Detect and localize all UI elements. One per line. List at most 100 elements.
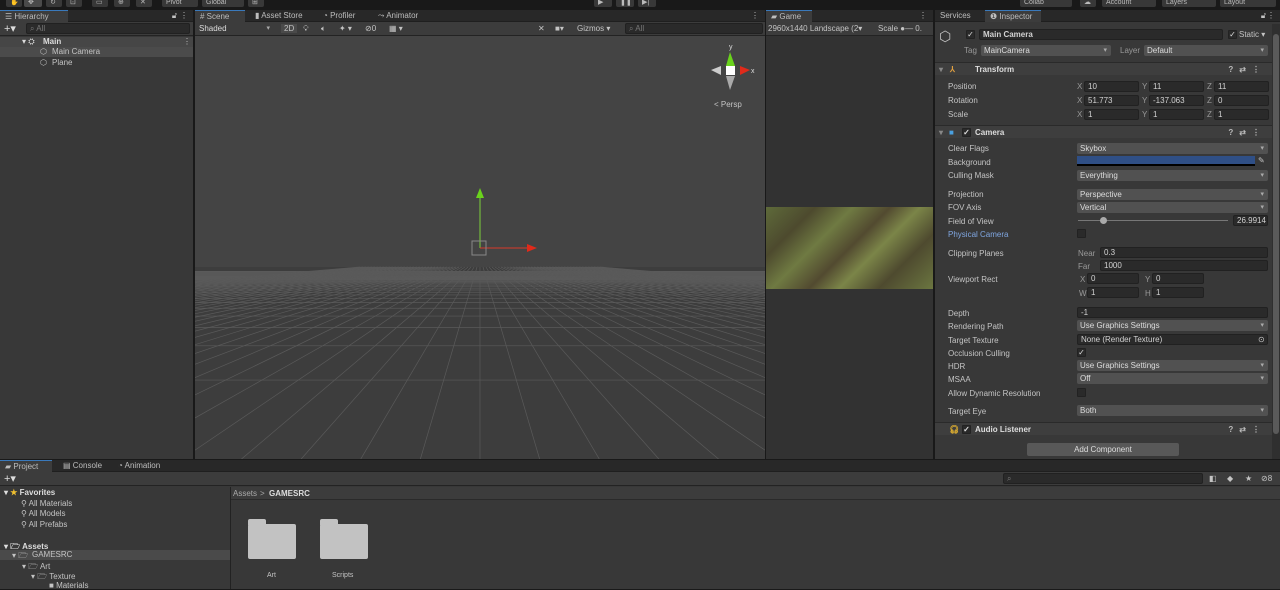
- component-actions[interactable]: ?⇄⋮: [1228, 126, 1266, 139]
- depth-input[interactable]: -1: [1077, 307, 1268, 318]
- tools-icon[interactable]: ✕: [538, 24, 545, 33]
- dynamic-resolution-checkbox[interactable]: [1077, 388, 1086, 397]
- grid-icon[interactable]: ▦ ▾: [389, 24, 403, 33]
- search-by-type-icon[interactable]: ◧: [1209, 474, 1217, 483]
- rendering-path-dropdown[interactable]: Use Graphics Settings: [1077, 320, 1268, 331]
- camera-icon[interactable]: ■▾: [555, 24, 564, 33]
- eyedropper-icon[interactable]: ✎: [1258, 156, 1265, 165]
- global-button[interactable]: Global: [202, 0, 244, 7]
- physical-camera-checkbox[interactable]: [1077, 229, 1086, 238]
- persp-label[interactable]: < Persp: [714, 100, 742, 109]
- project-search-input[interactable]: ⌕: [1003, 473, 1203, 484]
- rotate-tool-button[interactable]: ↻: [46, 0, 62, 7]
- physical-camera-label[interactable]: Physical Camera: [948, 230, 1008, 239]
- 2d-toggle[interactable]: 2D: [281, 24, 298, 33]
- favorites-icon[interactable]: ★: [1245, 474, 1252, 483]
- clear-flags-dropdown[interactable]: Skybox: [1077, 143, 1268, 154]
- account-button[interactable]: Account: [1102, 0, 1156, 7]
- splitter[interactable]: [230, 487, 231, 589]
- transform-x-input[interactable]: 10: [1084, 81, 1139, 92]
- more-icon[interactable]: ⋮: [919, 11, 927, 20]
- move-tool-button[interactable]: ✥: [24, 0, 42, 7]
- transform-x-input[interactable]: 51.773: [1084, 95, 1139, 106]
- hierarchy-item[interactable]: ⬡ Main Camera: [0, 47, 193, 57]
- viewport-y-input[interactable]: 0: [1152, 273, 1204, 284]
- favorite-item[interactable]: ⚲ All Models: [21, 509, 66, 518]
- rect-tool-button[interactable]: ▭: [92, 0, 108, 7]
- tab-asset-store[interactable]: ▮ Asset Store: [250, 10, 308, 22]
- breadcrumb-current[interactable]: GAMESRC: [269, 489, 310, 498]
- snap-button[interactable]: ⊞: [248, 0, 264, 7]
- more-icon[interactable]: ⋮: [1267, 11, 1275, 20]
- gizmos-dropdown[interactable]: Gizmos ▾: [577, 24, 610, 33]
- layout-button[interactable]: Layout: [1220, 0, 1276, 7]
- layer-dropdown[interactable]: Default: [1144, 45, 1268, 56]
- scene-menu-icon[interactable]: ⋮: [183, 37, 191, 46]
- far-input[interactable]: 1000: [1100, 260, 1268, 271]
- static-checkbox[interactable]: ✓: [1228, 30, 1237, 39]
- create-icon[interactable]: +▾: [4, 472, 16, 485]
- tab-inspector[interactable]: ❶ Inspector: [985, 10, 1041, 22]
- tab-animator[interactable]: ⤳ Animator: [373, 10, 423, 22]
- foldout-icon[interactable]: ▾: [939, 63, 943, 76]
- tab-scene[interactable]: # Scene: [195, 10, 245, 22]
- tag-dropdown[interactable]: MainCamera: [981, 45, 1111, 56]
- more-icon[interactable]: ⋮: [180, 11, 188, 20]
- breadcrumb-root[interactable]: Assets: [233, 489, 257, 498]
- hierarchy-search-input[interactable]: ⌕ All: [26, 23, 190, 34]
- audio-listener-checkbox[interactable]: ✓: [962, 425, 971, 434]
- transform-y-input[interactable]: 11: [1149, 81, 1204, 92]
- lock-icon[interactable]: 🔓︎: [172, 11, 177, 21]
- active-checkbox[interactable]: ✓: [966, 30, 975, 39]
- object-picker-icon[interactable]: ⊙: [1258, 335, 1265, 344]
- transform-y-input[interactable]: -137.063: [1149, 95, 1204, 106]
- layers-button[interactable]: Layers: [1162, 0, 1216, 7]
- pause-button[interactable]: ❚❚: [616, 0, 634, 7]
- transform-z-input[interactable]: 11: [1214, 81, 1269, 92]
- camera-header[interactable]: ▾ ■ ✓ Camera ?⇄⋮: [935, 125, 1272, 138]
- scene-search-input[interactable]: ⌕ All: [625, 23, 763, 34]
- msaa-dropdown[interactable]: Off: [1077, 373, 1268, 384]
- pivot-button[interactable]: Pivot: [162, 0, 198, 7]
- viewport-w-input[interactable]: 1: [1087, 287, 1139, 298]
- favorite-item[interactable]: ⚲ All Prefabs: [21, 520, 67, 529]
- shading-dropdown[interactable]: Shaded: [196, 23, 274, 34]
- more-icon[interactable]: ⋮: [751, 11, 759, 20]
- transform-tool-button[interactable]: ⊕: [114, 0, 130, 7]
- component-actions[interactable]: ?⇄⋮: [1228, 63, 1266, 76]
- step-button[interactable]: ▶|: [638, 0, 656, 7]
- object-name-input[interactable]: Main Camera: [979, 29, 1223, 40]
- tab-game[interactable]: ▰ Game: [766, 10, 812, 22]
- inspector-scrollbar[interactable]: [1272, 24, 1280, 459]
- hand-tool-button[interactable]: ✋: [6, 0, 22, 7]
- scale-slider[interactable]: Scale ●— 0.: [878, 24, 922, 33]
- projection-dropdown[interactable]: Perspective: [1077, 189, 1268, 200]
- effects-icon[interactable]: ✦ ▾: [339, 24, 352, 33]
- occlusion-culling-checkbox[interactable]: ✓: [1077, 348, 1086, 357]
- scale-tool-button[interactable]: ⊡: [66, 0, 82, 7]
- near-input[interactable]: 0.3: [1100, 247, 1268, 258]
- scene-viewport[interactable]: y x: [195, 36, 765, 459]
- favorite-item[interactable]: ⚲ All Materials: [21, 499, 72, 508]
- fov-input[interactable]: 26.9914: [1233, 215, 1268, 226]
- tab-services[interactable]: Services: [935, 10, 976, 22]
- hidden-packages-icon[interactable]: ⊘8: [1261, 474, 1272, 483]
- hdr-dropdown[interactable]: Use Graphics Settings: [1077, 360, 1268, 371]
- camera-enabled-checkbox[interactable]: ✓: [962, 128, 971, 137]
- component-actions[interactable]: ?⇄⋮: [1228, 423, 1266, 436]
- audio-listener-header[interactable]: 🎧︎ ✓ Audio Listener ?⇄⋮: [935, 422, 1272, 435]
- play-button[interactable]: ▶: [594, 0, 612, 7]
- tab-animation[interactable]: ◔ Animation: [113, 460, 165, 472]
- collab-button[interactable]: Collab: [1020, 0, 1072, 7]
- add-component-button[interactable]: Add Component: [1027, 443, 1179, 456]
- transform-x-input[interactable]: 1: [1084, 109, 1139, 120]
- audio-icon[interactable]: 🔈︎: [321, 24, 326, 34]
- transform-y-input[interactable]: 1: [1149, 109, 1204, 120]
- tree-item-selected[interactable]: ▾ 🗁︎ GAMESRC: [0, 550, 230, 560]
- transform-z-input[interactable]: 1: [1214, 109, 1269, 120]
- transform-header[interactable]: ▾ ⅄ Transform ?⇄⋮: [935, 62, 1272, 75]
- scene-row[interactable]: ▾ ⛭ Main ⋮: [0, 37, 193, 47]
- hierarchy-item[interactable]: ⬡ Plane: [0, 58, 193, 68]
- transform-z-input[interactable]: 0: [1214, 95, 1269, 106]
- favorites-node[interactable]: ▾ ★ Favorites: [4, 488, 55, 497]
